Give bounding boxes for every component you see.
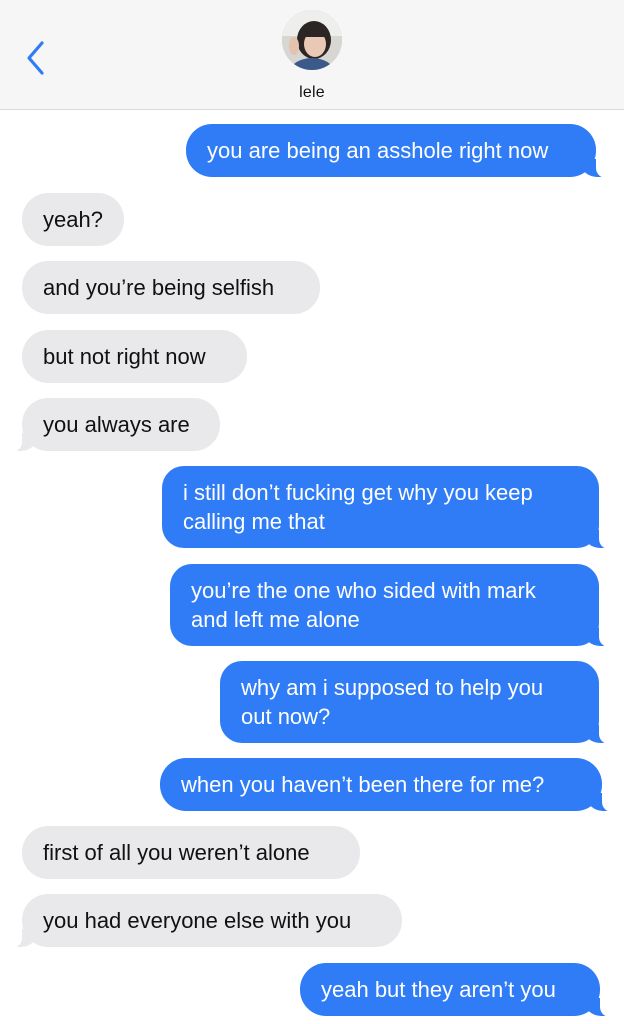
message-text: yeah? <box>43 207 103 232</box>
received-message-bubble[interactable]: you had everyone else with you <box>8 894 402 948</box>
back-button[interactable] <box>22 38 52 78</box>
sent-message-bubble[interactable]: why am i supposed to help you out now? <box>220 661 613 744</box>
message-text: and you’re being selfish <box>43 275 275 300</box>
contact-name[interactable]: lele <box>0 84 624 102</box>
chevron-left-icon <box>27 41 44 75</box>
contact-avatar[interactable] <box>282 10 342 70</box>
received-message-bubble[interactable]: you always are <box>8 398 220 452</box>
sent-message-bubble[interactable]: yeah but they aren’t you <box>300 963 614 1017</box>
sent-message-bubble[interactable]: you’re the one who sided with mark and l… <box>170 564 613 647</box>
sent-message-bubble[interactable]: when you haven’t been there for me? <box>160 758 616 812</box>
message-text: you are being an asshole right now <box>207 138 549 163</box>
received-message-bubble[interactable]: and you’re being selfish <box>22 261 320 314</box>
received-message-bubble[interactable]: but not right now <box>22 330 247 383</box>
message-text: when you haven’t been there for me? <box>181 772 545 797</box>
conversation-header: lele <box>0 0 624 110</box>
sent-message-bubble[interactable]: you are being an asshole right now <box>186 124 610 178</box>
message-text: but not right now <box>43 344 206 369</box>
sent-message-bubble[interactable]: i still don’t fucking get why you keep c… <box>162 466 613 549</box>
received-message-bubble[interactable]: first of all you weren’t alone <box>22 826 360 879</box>
message-text: yeah but they aren’t you <box>321 977 556 1002</box>
message-text: why am i supposed to help you out now? <box>241 675 544 729</box>
message-text: first of all you weren’t alone <box>43 840 310 865</box>
message-text: you always are <box>43 412 190 437</box>
message-text: you had everyone else with you <box>43 908 352 933</box>
avatar-photo <box>282 10 342 70</box>
message-text: you’re the one who sided with mark and l… <box>191 578 536 632</box>
received-message-bubble[interactable]: yeah? <box>22 193 124 246</box>
message-text: i still don’t fucking get why you keep c… <box>183 480 533 534</box>
